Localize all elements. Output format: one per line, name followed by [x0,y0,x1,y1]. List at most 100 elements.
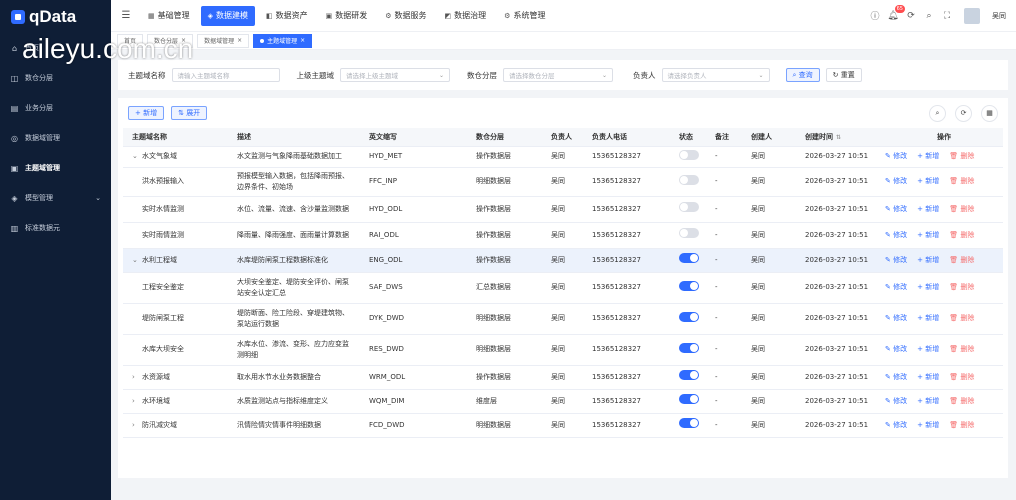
top-nav-item[interactable]: ◈ 数据建模 [200,5,256,26]
app-logo[interactable]: qData [0,0,111,33]
help-icon[interactable]: ⓘ [866,9,884,22]
refresh-icon[interactable]: ⟳ [955,104,972,122]
sidebar-item[interactable]: ▥ 标准数据元 [0,213,111,243]
abbr-value: FCD_DWD [369,420,405,429]
add-child-button[interactable]: + 新增 [917,176,939,187]
fullscreen-icon[interactable]: ⛶ [938,11,956,21]
edit-button[interactable]: ✎ 修改 [885,313,907,324]
status-toggle[interactable] [679,149,699,160]
close-icon[interactable]: × [300,37,305,44]
sidebar-item[interactable]: ▣ 主题域管理 [0,153,111,183]
status-toggle[interactable] [679,228,699,238]
add-child-button[interactable]: + 新增 [917,230,939,241]
delete-button[interactable]: 🗑︎ 删除 [949,176,974,187]
avatar[interactable] [964,7,980,24]
top-nav-item[interactable]: ◩ 数据治理 [438,6,494,26]
status-cell [670,389,706,414]
chevron-right-icon[interactable]: › [132,396,142,407]
add-child-button[interactable]: + 新增 [917,313,939,324]
chevron-down-icon[interactable]: ⌄ [132,255,142,266]
owner-cell: 吴同 [542,196,583,223]
chevron-down-icon[interactable]: ⌄ [132,151,142,162]
status-toggle[interactable] [679,311,699,322]
layer-value: 明细数据层 [476,177,511,185]
delete-button[interactable]: 🗑︎ 删除 [949,396,974,407]
status-toggle[interactable] [679,202,699,212]
creator-value: 吴同 [751,420,765,429]
time-value: 2026-03-27 10:51 [805,345,869,353]
delete-button[interactable]: 🗑︎ 删除 [949,230,974,241]
status-toggle[interactable] [679,418,699,428]
delete-button[interactable]: 🗑︎ 删除 [949,255,974,266]
status-toggle[interactable] [679,280,699,291]
edit-button[interactable]: ✎ 修改 [885,204,907,215]
chevron-right-icon[interactable]: › [132,420,142,431]
sidebar-item[interactable]: ◫ 数仓分层 [0,63,111,93]
status-toggle[interactable] [679,370,699,380]
add-child-button[interactable]: + 新增 [917,282,939,293]
owner-select[interactable]: 请选择负责人 ⌄ [661,68,770,82]
parent-topic-select[interactable]: 请选择上级主题域 ⌄ [340,68,450,82]
add-child-button[interactable]: + 新增 [917,204,939,215]
top-nav-item[interactable]: ◧ 数据资产 [259,6,315,26]
username[interactable]: 吴同 [992,11,1006,21]
edit-button[interactable]: ✎ 修改 [885,230,907,241]
top-nav-item[interactable]: ▦ 基础管理 [141,6,197,26]
remark-cell: - [706,303,742,335]
reset-button[interactable]: ↻ 重置 [825,68,862,82]
delete-button[interactable]: 🗑︎ 删除 [949,151,974,162]
top-nav-item[interactable]: ⚙ 数据服务 [378,6,433,26]
bell-icon[interactable]: 🔔︎ 65 [884,4,905,21]
delete-button[interactable]: 🗑︎ 删除 [949,282,974,293]
add-child-button[interactable]: + 新增 [917,372,939,383]
status-toggle[interactable] [679,394,699,404]
table-row: 水库大坝安全 水库水位、渗流、变形、应力应变监 测明细 RES_DWD 明细数据层 吴同 1… [123,334,1003,366]
delete-button[interactable]: 🗑︎ 删除 [949,204,974,215]
sidebar-item[interactable]: ◎ 数据域管理 [0,123,111,153]
topic-name-input[interactable]: 请输入主题域名称 [171,68,280,82]
add-child-button[interactable]: + 新增 [917,344,939,355]
edit-button[interactable]: ✎ 修改 [885,255,907,266]
add-child-button[interactable]: + 新增 [917,396,939,407]
edit-button[interactable]: ✎ 修改 [885,151,907,162]
trash-icon: 🗑︎ [949,396,959,405]
status-toggle[interactable] [679,342,699,353]
search-button[interactable]: ⌕ 查询 [785,68,820,82]
top-nav-item[interactable]: ⚙ 系统管理 [497,6,552,26]
edit-button[interactable]: ✎ 修改 [885,420,907,431]
add-child-button[interactable]: + 新增 [917,151,939,162]
status-cell [670,248,706,273]
sidebar-item[interactable]: ▤ 业务分层 [0,93,111,123]
edit-button[interactable]: ✎ 修改 [885,396,907,407]
topic-table: 主题域名称 描述 英文缩写 数仓分层 负责人 负责人电话 状态 备注 创建人 创建时间 ⇅ 操作 ⌄ 水… [123,128,1003,438]
creator-value: 吴同 [751,396,765,405]
status-toggle[interactable] [679,253,699,263]
sidebar-item[interactable]: ◈ 模型管理 ⌄ [0,183,111,213]
top-nav-item[interactable]: ▣ 数据研发 [319,6,375,26]
layer-select[interactable]: 请选择数仓分层 ⌄ [503,68,613,82]
close-icon[interactable]: × [237,37,242,44]
edit-button[interactable]: ✎ 修改 [885,344,907,355]
edit-button[interactable]: ✎ 修改 [885,282,907,293]
main-panel: + 新增 ⇅ 展开 ⌕ ⟳ ▦ 主题域名称 描述 英文缩写 数仓分层 负责人 负责人电话 状… [118,98,1008,478]
add-child-button[interactable]: + 新增 [917,255,939,266]
add-button[interactable]: + 新增 [128,106,165,120]
refresh-icon[interactable]: ⟳ [902,11,920,21]
sort-icon[interactable]: ⇅ [836,134,841,141]
edit-button[interactable]: ✎ 修改 [885,176,907,187]
delete-button[interactable]: 🗑︎ 删除 [949,420,974,431]
chevron-right-icon[interactable]: › [132,372,142,383]
page-tab[interactable]: 主题域管理 × [253,33,313,48]
expand-button[interactable]: ⇅ 展开 [171,106,208,120]
delete-button[interactable]: 🗑︎ 删除 [949,313,974,324]
columns-icon[interactable]: ▦ [981,104,998,122]
page-tab[interactable]: 数据域管理 × [197,33,250,48]
delete-button[interactable]: 🗑︎ 删除 [949,372,974,383]
menu-toggle-icon[interactable]: ☰ [111,10,141,21]
delete-button[interactable]: 🗑︎ 删除 [949,344,974,355]
edit-button[interactable]: ✎ 修改 [885,372,907,383]
add-child-button[interactable]: + 新增 [917,420,939,431]
status-toggle[interactable] [679,174,699,185]
search-icon[interactable]: ⌕ [920,11,938,21]
search-icon[interactable]: ⌕ [929,104,946,122]
